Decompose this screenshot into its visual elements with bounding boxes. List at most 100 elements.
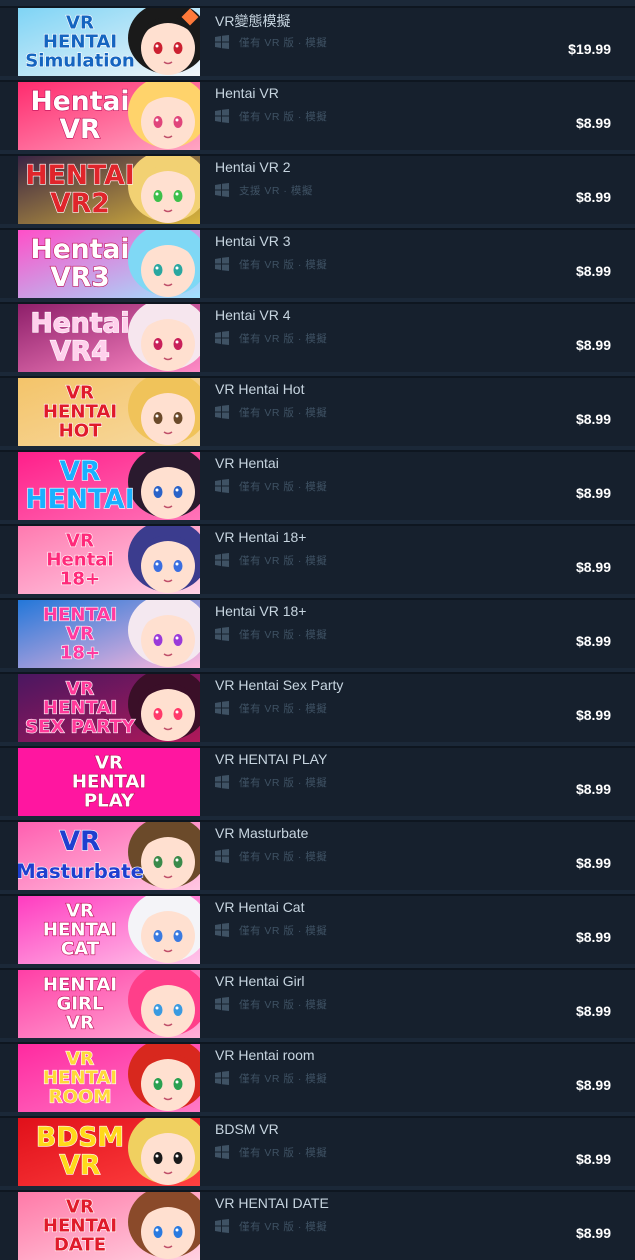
capsule-logo-text: BDSM <box>36 1122 124 1153</box>
windows-icon <box>215 997 229 1011</box>
game-capsule-image[interactable]: VR HENTAI CAT <box>18 896 200 964</box>
platform-info: 僅有 VR 版 · 模擬 <box>215 1145 327 1159</box>
game-capsule-image[interactable]: VR HENTAI HOT <box>18 378 200 446</box>
game-capsule-image[interactable]: Hentai VR4 <box>18 304 200 372</box>
game-title[interactable]: BDSM VR <box>215 1121 279 1137</box>
windows-icon <box>215 479 229 493</box>
platform-info: 僅有 VR 版 · 模擬 <box>215 923 327 937</box>
game-row[interactable]: VR HENTAI VR Hentai 僅有 VR 版 · 模擬 $8.99 <box>0 450 635 520</box>
price-label: $8.99 <box>575 707 611 723</box>
game-capsule-image[interactable]: BDSM VR <box>18 1118 200 1186</box>
vr-support-label: 僅有 VR 版 · 模擬 <box>239 1220 328 1233</box>
windows-icon <box>215 849 229 863</box>
game-row[interactable]: VR HENTAI ROOM VR Hentai room 僅有 VR 版 · 模擬 $8… <box>0 1042 635 1112</box>
platform-info: 僅有 VR 版 · 模擬 <box>215 997 327 1011</box>
vr-support-label: 僅有 VR 版 · 模擬 <box>239 924 328 937</box>
capsule-logo-text: VR <box>59 826 100 857</box>
game-title[interactable]: Hentai VR <box>215 85 279 101</box>
game-title[interactable]: VR Masturbate <box>215 825 308 841</box>
game-title[interactable]: VR HENTAI PLAY <box>215 751 327 767</box>
capsule-logo-text: VR <box>66 1048 94 1069</box>
windows-icon <box>215 1145 229 1159</box>
game-title[interactable]: VR Hentai room <box>215 1047 315 1063</box>
capsule-logo-text: GIRL <box>56 993 104 1014</box>
windows-icon <box>215 183 229 197</box>
platform-info: 支援 VR · 模擬 <box>215 183 313 197</box>
game-capsule-image[interactable]: VR Masturbate <box>18 822 200 890</box>
game-row[interactable]: VR HENTAI SEX PARTY VR Hentai Sex Party 僅有 V… <box>0 672 635 742</box>
capsule-logo-text: VR <box>59 456 100 487</box>
game-row[interactable]: BDSM VR BDSM VR 僅有 VR 版 · 模擬 $8.99 <box>0 1116 635 1186</box>
game-capsule-image[interactable]: HENTAI VR2 <box>18 156 200 224</box>
platform-info: 僅有 VR 版 · 模擬 <box>215 109 327 123</box>
price-label: $8.99 <box>575 1151 611 1167</box>
platform-info: 僅有 VR 版 · 模擬 <box>215 405 327 419</box>
platform-info: 僅有 VR 版 · 模擬 <box>215 331 327 345</box>
capsule-logo-text: HENTAI <box>43 401 117 422</box>
windows-icon <box>215 1219 229 1233</box>
capsule-logo-text: VR <box>66 382 94 403</box>
game-title[interactable]: VR Hentai Hot <box>215 381 304 397</box>
price-label: $8.99 <box>575 337 611 353</box>
price-label: $8.99 <box>575 411 611 427</box>
game-capsule-image[interactable]: VR HENTAI <box>18 452 200 520</box>
platform-info: 僅有 VR 版 · 模擬 <box>215 257 327 271</box>
game-row[interactable]: VR HENTAI HOT VR Hentai Hot 僅有 VR 版 · 模擬 $8.9… <box>0 376 635 446</box>
game-capsule-image[interactable]: HENTAI GIRL VR <box>18 970 200 1038</box>
game-title[interactable]: VR Hentai 18+ <box>215 529 306 545</box>
platform-info: 僅有 VR 版 · 模擬 <box>215 627 327 641</box>
game-capsule-image[interactable]: VR HENTAI ROOM <box>18 1044 200 1112</box>
windows-icon <box>215 701 229 715</box>
game-capsule-image[interactable]: Hentai VR <box>18 82 200 150</box>
vr-support-label: 僅有 VR 版 · 模擬 <box>239 110 328 123</box>
windows-icon <box>215 35 229 49</box>
game-title[interactable]: VR HENTAI DATE <box>215 1195 329 1211</box>
game-row[interactable]: VR HENTAI PLAY VR HENTAI PLAY 僅有 VR 版 · 模擬 $8… <box>0 746 635 816</box>
platform-info: 僅有 VR 版 · 模擬 <box>215 1071 327 1085</box>
game-title[interactable]: VR變態模擬 <box>215 11 290 31</box>
vr-support-label: 僅有 VR 版 · 模擬 <box>239 850 328 863</box>
windows-icon <box>215 923 229 937</box>
game-row[interactable]: VR Hentai 18+ VR Hentai 18+ 僅有 VR 版 · 模擬 $8.9… <box>0 524 635 594</box>
capsule-logo-text: DATE <box>54 1234 106 1255</box>
vr-support-label: 僅有 VR 版 · 模擬 <box>239 554 328 567</box>
price-label: $8.99 <box>575 781 611 797</box>
game-capsule-image[interactable]: VR HENTAI PLAY <box>18 748 200 816</box>
game-row[interactable]: Hentai VR4 Hentai VR 4 僅有 VR 版 · 模擬 $8.99 <box>0 302 635 372</box>
game-row[interactable]: HENTAI VR2 Hentai VR 2 支援 VR · 模擬 $8.99 <box>0 154 635 224</box>
game-capsule-image[interactable]: VR Hentai 18+ <box>18 526 200 594</box>
game-title[interactable]: Hentai VR 2 <box>215 159 290 175</box>
capsule-logo-text: VR <box>59 114 100 145</box>
platform-info: 僅有 VR 版 · 模擬 <box>215 553 327 567</box>
game-capsule-image[interactable]: VR HENTAI DATE <box>18 1192 200 1260</box>
game-capsule-image[interactable]: Hentai VR3 <box>18 230 200 298</box>
capsule-logo-text: VR <box>66 1196 94 1217</box>
game-row[interactable]: Hentai VR Hentai VR 僅有 VR 版 · 模擬 $8.99 <box>0 80 635 150</box>
game-title[interactable]: VR Hentai <box>215 455 279 471</box>
game-capsule-image[interactable]: VR HENTAI SEX PARTY <box>18 674 200 742</box>
capsule-logo-text: VR2 <box>50 188 110 219</box>
capsule-logo-text: HENTAI <box>43 697 117 718</box>
capsule-logo-text: VR <box>66 530 94 551</box>
price-label: $8.99 <box>575 855 611 871</box>
game-capsule-image[interactable]: HENTAI VR 18+ <box>18 600 200 668</box>
capsule-logo-text: VR <box>59 1150 100 1181</box>
game-capsule-image[interactable]: VR HENTAI Simulation <box>18 8 200 76</box>
game-row[interactable]: VR HENTAI Simulation VR變態模擬 僅有 VR 版 · 模擬 $19.… <box>0 6 635 76</box>
game-title[interactable]: VR Hentai Sex Party <box>215 677 343 693</box>
price-label: $19.99 <box>568 41 611 57</box>
capsule-logo-text: HOT <box>59 420 103 441</box>
capsule-logo-text: Simulation <box>25 50 135 71</box>
game-row[interactable]: HENTAI GIRL VR VR Hentai Girl 僅有 VR 版 · 模擬 $8… <box>0 968 635 1038</box>
game-title[interactable]: VR Hentai Cat <box>215 899 304 915</box>
windows-icon <box>215 627 229 641</box>
game-title[interactable]: VR Hentai Girl <box>215 973 304 989</box>
game-row[interactable]: VR HENTAI CAT VR Hentai Cat 僅有 VR 版 · 模擬 $8.9… <box>0 894 635 964</box>
game-row[interactable]: HENTAI VR 18+ Hentai VR 18+ 僅有 VR 版 · 模擬 $8.9… <box>0 598 635 668</box>
game-row[interactable]: Hentai VR3 Hentai VR 3 僅有 VR 版 · 模擬 $8.99 <box>0 228 635 298</box>
game-title[interactable]: Hentai VR 4 <box>215 307 290 323</box>
game-row[interactable]: VR HENTAI DATE VR HENTAI DATE 僅有 VR 版 · 模擬 $8… <box>0 1190 635 1260</box>
game-row[interactable]: VR Masturbate VR Masturbate 僅有 VR 版 · 模擬 $8.… <box>0 820 635 890</box>
game-title[interactable]: Hentai VR 3 <box>215 233 290 249</box>
game-title[interactable]: Hentai VR 18+ <box>215 603 306 619</box>
